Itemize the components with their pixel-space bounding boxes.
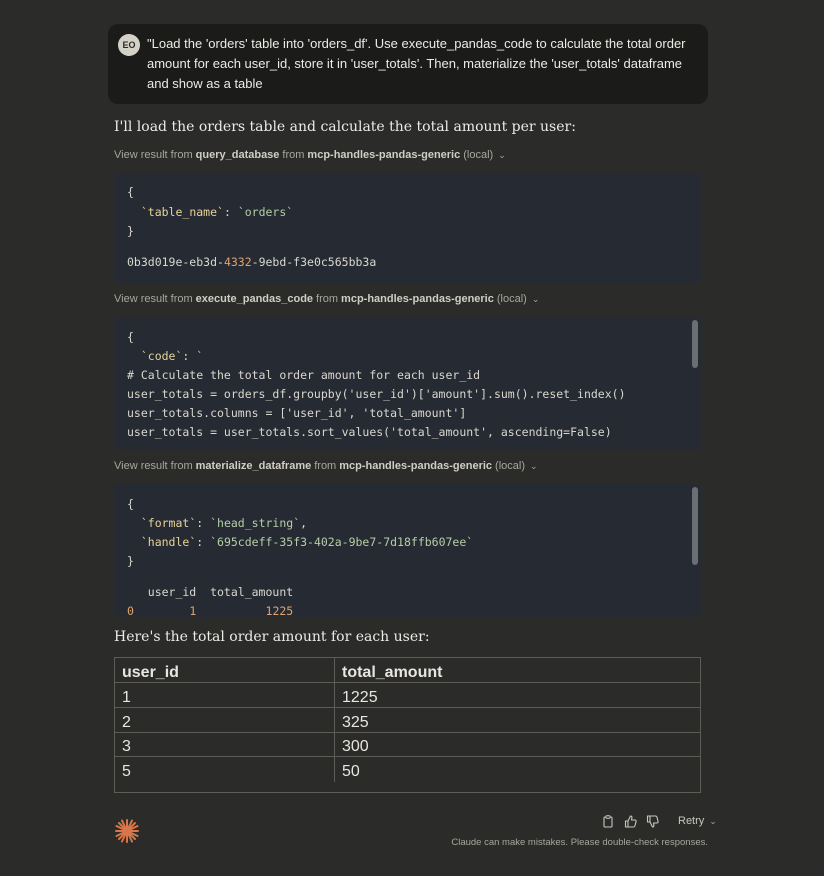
retry-label: Retry <box>678 815 705 827</box>
table-cell: 2 <box>122 714 131 731</box>
code-line: 0b3d019e-eb3d-4332-9ebd-f3e0c565bb3a <box>127 255 377 269</box>
tool-name: execute_pandas_code <box>195 293 314 305</box>
tool-result-query-database: { `table_name`: `orders` } 0b3d019e-eb3d… <box>114 173 701 283</box>
scrollbar[interactable] <box>692 320 698 368</box>
tool-prefix: View result from <box>114 460 193 472</box>
tool-name: query_database <box>195 149 280 161</box>
tool-server: mcp-handles-pandas-generic <box>307 149 461 161</box>
code-line: { <box>127 185 134 199</box>
tool-server: mcp-handles-pandas-generic <box>341 293 494 305</box>
tool-name: materialize_dataframe <box>195 460 312 472</box>
scrollbar[interactable] <box>692 487 698 565</box>
tool-from: from <box>314 460 337 472</box>
tool-from: from <box>282 149 305 161</box>
user-message-text: "Load the 'orders' table into 'orders_df… <box>147 36 686 91</box>
chevron-down-icon: ⌄ <box>709 815 717 826</box>
table-row: 3 300 <box>115 732 700 757</box>
tool-prefix: View result from <box>114 293 193 305</box>
table-header-row: user_id total_amount <box>115 658 700 683</box>
table-cell: 3 <box>122 738 131 755</box>
code-line: user_totals = orders_df.groupby('user_id… <box>127 387 626 401</box>
thumbs-down-icon[interactable] <box>644 813 660 829</box>
assistant-intro: I'll load the orders table and calculate… <box>114 119 576 135</box>
code-line: `code`: ` <box>140 349 204 363</box>
results-table: user_id total_amount 1 1225 2 325 3 300 … <box>114 657 701 793</box>
user-message: EO "Load the 'orders' table into 'orders… <box>108 24 708 104</box>
table-cell: 1 <box>122 689 131 706</box>
code-line: user_totals = user_totals.sort_values('t… <box>127 425 612 439</box>
message-actions: Retry ⌄ <box>600 813 717 829</box>
tool-server: mcp-handles-pandas-generic <box>339 460 493 472</box>
tool-result-toggle-materialize-dataframe[interactable]: View result from materialize_dataframe f… <box>114 460 538 472</box>
tool-scope: (local) <box>496 293 527 305</box>
code-line: { <box>127 330 134 344</box>
table-intro: Here's the total order amount for each u… <box>114 629 430 645</box>
tool-result-execute-pandas-code: { `code`: ` # Calculate the total order … <box>114 317 701 450</box>
table-header-user-id: user_id <box>122 664 179 681</box>
code-line: `table_name`: `orders` <box>140 205 294 219</box>
table-cell: 300 <box>342 738 369 755</box>
claude-logo <box>115 819 139 843</box>
tool-scope: (local) <box>495 460 525 472</box>
table-row: 1 1225 <box>115 683 700 708</box>
table-cell: 5 <box>122 763 131 780</box>
user-avatar[interactable]: EO <box>118 34 140 56</box>
disclaimer: Claude can make mistakes. Please double-… <box>451 837 708 848</box>
chevron-down-icon: ⌄ <box>498 149 506 160</box>
table-cell: 50 <box>342 763 360 780</box>
thumbs-up-icon[interactable] <box>622 813 638 829</box>
chevron-down-icon: ⌄ <box>530 460 538 471</box>
table-cell: 325 <box>342 714 369 731</box>
code-line: { <box>127 497 134 511</box>
copy-icon[interactable] <box>600 813 616 829</box>
tool-scope: (local) <box>463 149 494 161</box>
tool-prefix: View result from <box>114 149 193 161</box>
code-line: } <box>127 554 134 568</box>
code-line: `format`: `head_string`, <box>140 516 308 530</box>
table-row: 2 325 <box>115 708 700 733</box>
tool-from: from <box>316 293 339 305</box>
chevron-down-icon: ⌄ <box>531 293 540 304</box>
code-line: 0 1 1225 <box>127 604 294 617</box>
retry-button[interactable]: Retry ⌄ <box>678 815 717 827</box>
table-header-total-amount: total_amount <box>342 664 443 681</box>
code-line: # Calculate the total order amount for e… <box>127 368 481 382</box>
table-cell: 1225 <box>342 689 378 706</box>
tool-result-materialize-dataframe: { `format`: `head_string`, `handle`: `69… <box>114 484 701 617</box>
code-line: `handle`: `695cdeff-35f3-402a-9be7-7d18f… <box>140 535 474 549</box>
tool-result-toggle-execute-pandas-code[interactable]: View result from execute_pandas_code fro… <box>114 293 539 305</box>
tool-result-toggle-query-database[interactable]: View result from query_database from mcp… <box>114 149 506 161</box>
code-line: user_id total_amount <box>127 585 294 599</box>
table-row: 5 50 <box>115 757 700 781</box>
code-line: } <box>127 224 134 238</box>
code-line: user_totals.columns = ['user_id', 'total… <box>127 406 467 420</box>
